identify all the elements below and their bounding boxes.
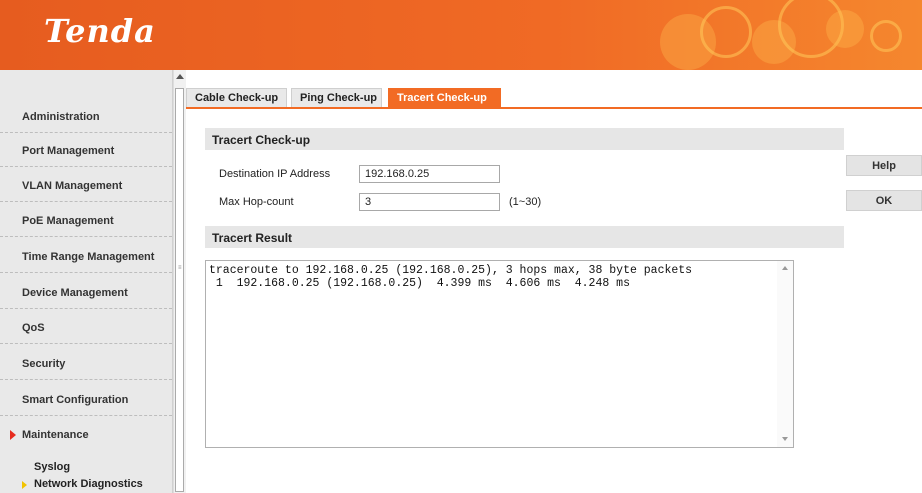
banner-decoration bbox=[826, 10, 864, 48]
scroll-up-arrow-icon[interactable] bbox=[176, 74, 184, 79]
scroll-up-arrow-icon[interactable] bbox=[782, 266, 788, 270]
section-title: Tracert Result bbox=[212, 231, 293, 245]
sidebar-item-label: PoE Management bbox=[22, 215, 114, 227]
result-scrollbar[interactable] bbox=[777, 261, 793, 447]
sidebar-item-security[interactable]: Security bbox=[0, 346, 172, 380]
sidebar-item-label: Smart Configuration bbox=[22, 394, 129, 406]
header-banner: Tenda bbox=[0, 0, 922, 70]
sidebar-item-label: Security bbox=[22, 358, 66, 370]
sidebar-item-vlan-management[interactable]: VLAN Management bbox=[0, 168, 172, 202]
tab-cable-checkup[interactable]: Cable Check-up bbox=[186, 88, 287, 107]
sidebar-item-port-management[interactable]: Port Management bbox=[0, 133, 172, 167]
ok-button[interactable]: OK bbox=[846, 190, 922, 211]
sidebar-item-label: Device Management bbox=[22, 287, 128, 299]
sidebar-item-time-range-management[interactable]: Time Range Management bbox=[0, 239, 172, 273]
sidebar-subitem-network-diagnostics[interactable]: Network Diagnostics bbox=[34, 478, 143, 490]
sidebar-item-label: Port Management bbox=[22, 145, 115, 157]
selected-arrow-icon bbox=[22, 481, 27, 489]
destination-ip-label: Destination IP Address bbox=[219, 168, 331, 180]
banner-decoration bbox=[700, 6, 752, 58]
tab-underline bbox=[186, 107, 922, 109]
tracert-result-textarea[interactable]: traceroute to 192.168.0.25 (192.168.0.25… bbox=[205, 260, 794, 448]
hop-count-range-hint: (1~30) bbox=[509, 196, 542, 208]
sidebar-item-label: VLAN Management bbox=[22, 180, 123, 192]
tracert-result-text: traceroute to 192.168.0.25 (192.168.0.25… bbox=[209, 264, 693, 290]
banner-decoration bbox=[870, 20, 902, 52]
tenda-logo: Tenda bbox=[44, 12, 156, 50]
scroll-down-arrow-icon[interactable] bbox=[782, 437, 788, 441]
section-header-tracert-result: Tracert Result bbox=[205, 226, 844, 248]
sidebar-item-label: Administration bbox=[22, 111, 100, 123]
sidebar-item-maintenance[interactable]: Maintenance bbox=[0, 417, 172, 451]
grip-icon: ≡ bbox=[178, 265, 182, 271]
sidebar-item-device-management[interactable]: Device Management bbox=[0, 275, 172, 309]
sidebar-item-qos[interactable]: QoS bbox=[0, 310, 172, 344]
section-title: Tracert Check-up bbox=[212, 133, 311, 147]
help-button[interactable]: Help bbox=[846, 155, 922, 176]
section-header-tracert-checkup: Tracert Check-up bbox=[205, 128, 844, 150]
sidebar-scrollbar[interactable]: ≡ bbox=[173, 70, 186, 493]
max-hop-count-input[interactable] bbox=[359, 193, 500, 211]
sidebar-nav: Administration Port Management VLAN Mana… bbox=[0, 70, 173, 493]
sidebar-item-poe-management[interactable]: PoE Management bbox=[0, 203, 172, 237]
tab-tracert-checkup[interactable]: Tracert Check-up bbox=[388, 88, 501, 107]
max-hop-count-label: Max Hop-count bbox=[219, 196, 294, 208]
destination-ip-input[interactable] bbox=[359, 165, 500, 183]
expanded-arrow-icon bbox=[10, 430, 16, 440]
sidebar-item-smart-configuration[interactable]: Smart Configuration bbox=[0, 382, 172, 416]
sidebar-item-label: Maintenance bbox=[22, 429, 89, 441]
sidebar-item-label: QoS bbox=[22, 322, 45, 334]
scrollbar-thumb[interactable]: ≡ bbox=[175, 88, 184, 492]
tab-ping-checkup[interactable]: Ping Check-up bbox=[291, 88, 382, 107]
sidebar-subitem-syslog[interactable]: Syslog bbox=[34, 461, 70, 473]
sidebar-item-label: Time Range Management bbox=[22, 251, 155, 263]
sidebar-item-administration[interactable]: Administration bbox=[0, 99, 172, 133]
